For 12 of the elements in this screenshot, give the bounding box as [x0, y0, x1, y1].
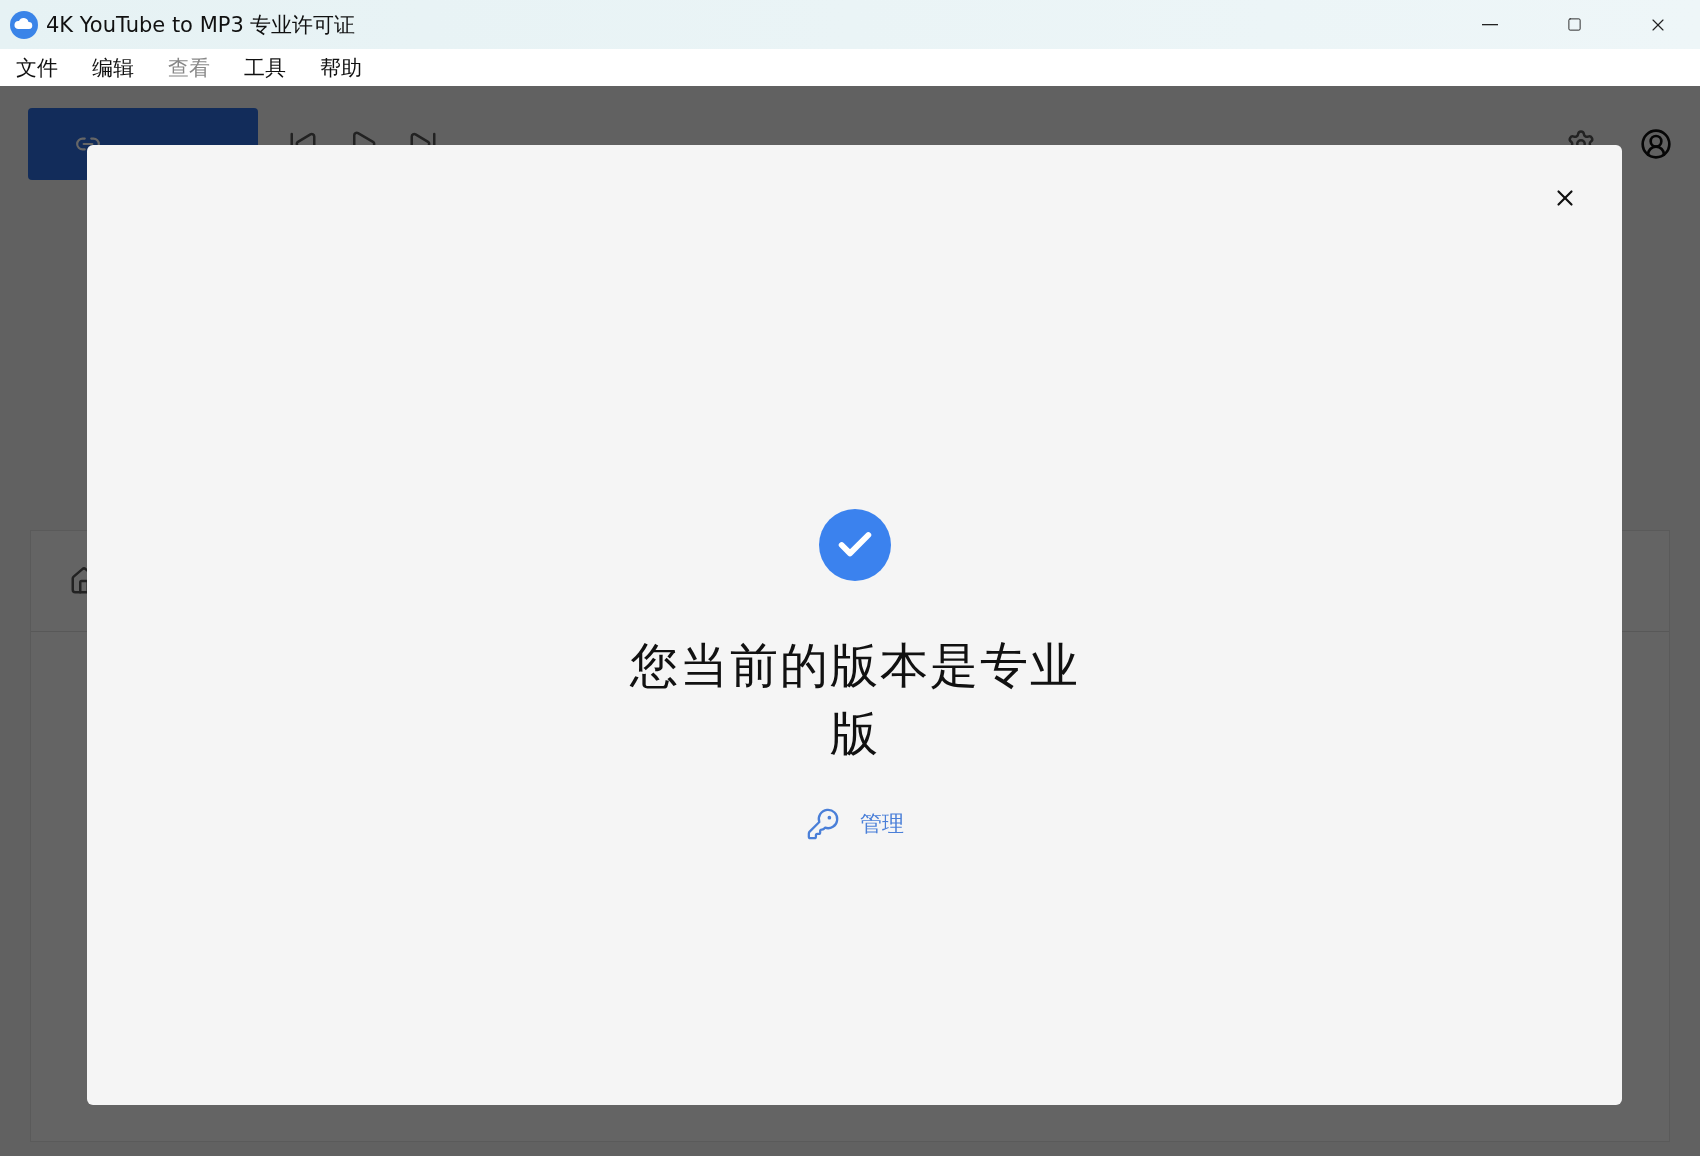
key-icon [805, 807, 840, 841]
menu-item[interactable]: 文件 [4, 53, 70, 82]
menu-item[interactable]: 帮助 [308, 53, 374, 82]
minimize-icon [1482, 23, 1498, 26]
window-title: 4K YouTube to MP3 专业许可证 [46, 11, 357, 39]
app-logo-icon [10, 10, 38, 39]
menu-item[interactable]: 编辑 [80, 53, 146, 82]
user-icon[interactable] [1640, 128, 1672, 160]
maximize-icon [1566, 17, 1582, 32]
manage-link[interactable]: 管理 [805, 807, 904, 841]
menu-item[interactable]: 工具 [232, 53, 298, 82]
dialog-heading: 您当前的版本是专业版 [628, 636, 1081, 763]
